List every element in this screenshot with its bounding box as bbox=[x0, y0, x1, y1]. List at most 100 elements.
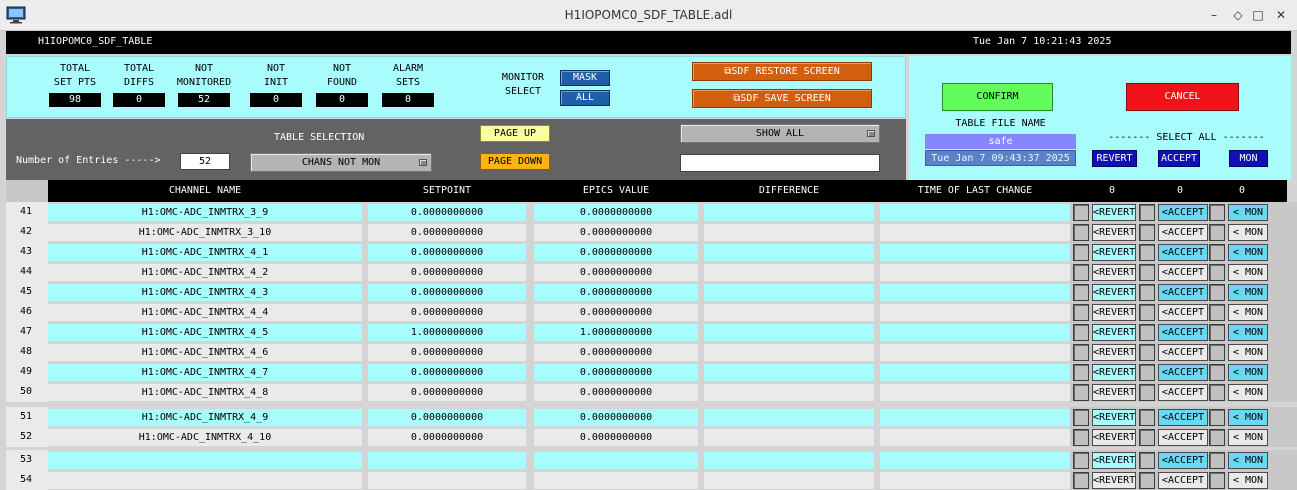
page-up-button[interactable]: PAGE UP bbox=[480, 125, 550, 142]
mon-checkbox[interactable] bbox=[1209, 344, 1225, 361]
revert-button[interactable]: <REVERT bbox=[1092, 264, 1136, 281]
window-titlebar[interactable]: H1IOPOMC0_SDF_TABLE.adl – ◇ □ ✕ bbox=[0, 0, 1297, 31]
accept-button[interactable]: <ACCEPT bbox=[1158, 472, 1208, 489]
accept-button[interactable]: <ACCEPT bbox=[1158, 429, 1208, 446]
cancel-button[interactable]: CANCEL bbox=[1126, 83, 1239, 111]
revert-button[interactable]: <REVERT bbox=[1092, 224, 1136, 241]
show-all-dropdown[interactable]: SHOW ALL bbox=[680, 124, 880, 143]
mon-checkbox[interactable] bbox=[1209, 472, 1225, 489]
revert-checkbox[interactable] bbox=[1073, 304, 1089, 321]
sdf-save-screen-button[interactable]: ⧉SDF SAVE SCREEN bbox=[692, 89, 872, 108]
revert-checkbox[interactable] bbox=[1073, 344, 1089, 361]
accept-button[interactable]: <ACCEPT bbox=[1158, 344, 1208, 361]
mon-checkbox[interactable] bbox=[1209, 452, 1225, 469]
revert-button[interactable]: <REVERT bbox=[1092, 304, 1136, 321]
mon-checkbox[interactable] bbox=[1209, 284, 1225, 301]
accept-checkbox[interactable] bbox=[1139, 264, 1155, 281]
mon-checkbox[interactable] bbox=[1209, 224, 1225, 241]
accept-checkbox[interactable] bbox=[1139, 452, 1155, 469]
mon-button[interactable]: < MON bbox=[1228, 344, 1268, 361]
revert-button[interactable]: <REVERT bbox=[1092, 384, 1136, 401]
mon-button[interactable]: < MON bbox=[1228, 204, 1268, 221]
mon-button[interactable]: < MON bbox=[1228, 264, 1268, 281]
mon-checkbox[interactable] bbox=[1209, 364, 1225, 381]
accept-checkbox[interactable] bbox=[1139, 409, 1155, 426]
revert-checkbox[interactable] bbox=[1073, 472, 1089, 489]
accept-button[interactable]: <ACCEPT bbox=[1158, 452, 1208, 469]
accept-checkbox[interactable] bbox=[1139, 472, 1155, 489]
revert-button[interactable]: <REVERT bbox=[1092, 344, 1136, 361]
revert-checkbox[interactable] bbox=[1073, 409, 1089, 426]
accept-checkbox[interactable] bbox=[1139, 384, 1155, 401]
accept-checkbox[interactable] bbox=[1139, 429, 1155, 446]
sdf-restore-screen-button[interactable]: ⧉SDF RESTORE SCREEN bbox=[692, 62, 872, 81]
accept-checkbox[interactable] bbox=[1139, 244, 1155, 261]
revert-button[interactable]: <REVERT bbox=[1092, 244, 1136, 261]
mon-checkbox[interactable] bbox=[1209, 409, 1225, 426]
revert-checkbox[interactable] bbox=[1073, 284, 1089, 301]
revert-checkbox[interactable] bbox=[1073, 384, 1089, 401]
accept-button[interactable]: <ACCEPT bbox=[1158, 304, 1208, 321]
revert-checkbox[interactable] bbox=[1073, 429, 1089, 446]
accept-button[interactable]: <ACCEPT bbox=[1158, 364, 1208, 381]
mon-checkbox[interactable] bbox=[1209, 204, 1225, 221]
maximize-button[interactable]: □ bbox=[1250, 7, 1266, 23]
mon-checkbox[interactable] bbox=[1209, 244, 1225, 261]
filter-input[interactable] bbox=[680, 154, 880, 172]
mon-button[interactable]: < MON bbox=[1228, 409, 1268, 426]
revert-checkbox[interactable] bbox=[1073, 204, 1089, 221]
mon-button[interactable]: < MON bbox=[1228, 244, 1268, 261]
revert-checkbox[interactable] bbox=[1073, 244, 1089, 261]
mon-checkbox[interactable] bbox=[1209, 304, 1225, 321]
revert-checkbox[interactable] bbox=[1073, 264, 1089, 281]
revert-button[interactable]: <REVERT bbox=[1092, 324, 1136, 341]
revert-button[interactable]: <REVERT bbox=[1092, 409, 1136, 426]
accept-checkbox[interactable] bbox=[1139, 304, 1155, 321]
revert-button[interactable]: <REVERT bbox=[1092, 204, 1136, 221]
accept-button[interactable]: <ACCEPT bbox=[1158, 204, 1208, 221]
mon-button[interactable]: < MON bbox=[1228, 364, 1268, 381]
table-selection-dropdown[interactable]: CHANS NOT MON bbox=[250, 153, 432, 172]
mon-button[interactable]: < MON bbox=[1228, 384, 1268, 401]
revert-button[interactable]: <REVERT bbox=[1092, 364, 1136, 381]
accept-button[interactable]: <ACCEPT bbox=[1158, 324, 1208, 341]
revert-checkbox[interactable] bbox=[1073, 324, 1089, 341]
mask-button[interactable]: MASK bbox=[560, 70, 610, 86]
mon-checkbox[interactable] bbox=[1209, 324, 1225, 341]
accept-checkbox[interactable] bbox=[1139, 364, 1155, 381]
restore-button[interactable]: ◇ bbox=[1230, 7, 1246, 23]
revert-checkbox[interactable] bbox=[1073, 364, 1089, 381]
revert-all-button[interactable]: REVERT bbox=[1092, 150, 1137, 167]
accept-button[interactable]: <ACCEPT bbox=[1158, 284, 1208, 301]
revert-checkbox[interactable] bbox=[1073, 452, 1089, 469]
accept-all-button[interactable]: ACCEPT bbox=[1158, 150, 1200, 167]
accept-button[interactable]: <ACCEPT bbox=[1158, 244, 1208, 261]
mon-button[interactable]: < MON bbox=[1228, 304, 1268, 321]
accept-checkbox[interactable] bbox=[1139, 204, 1155, 221]
accept-checkbox[interactable] bbox=[1139, 284, 1155, 301]
mon-all-button[interactable]: MON bbox=[1229, 150, 1268, 167]
accept-checkbox[interactable] bbox=[1139, 344, 1155, 361]
mon-button[interactable]: < MON bbox=[1228, 452, 1268, 469]
confirm-button[interactable]: CONFIRM bbox=[942, 83, 1053, 111]
mon-button[interactable]: < MON bbox=[1228, 324, 1268, 341]
accept-button[interactable]: <ACCEPT bbox=[1158, 409, 1208, 426]
mon-checkbox[interactable] bbox=[1209, 429, 1225, 446]
revert-checkbox[interactable] bbox=[1073, 224, 1089, 241]
mon-button[interactable]: < MON bbox=[1228, 284, 1268, 301]
mon-button[interactable]: < MON bbox=[1228, 429, 1268, 446]
accept-checkbox[interactable] bbox=[1139, 224, 1155, 241]
revert-button[interactable]: <REVERT bbox=[1092, 429, 1136, 446]
accept-button[interactable]: <ACCEPT bbox=[1158, 264, 1208, 281]
mon-checkbox[interactable] bbox=[1209, 264, 1225, 281]
close-button[interactable]: ✕ bbox=[1273, 7, 1289, 23]
revert-button[interactable]: <REVERT bbox=[1092, 284, 1136, 301]
all-button[interactable]: ALL bbox=[560, 90, 610, 106]
mon-checkbox[interactable] bbox=[1209, 384, 1225, 401]
revert-button[interactable]: <REVERT bbox=[1092, 472, 1136, 489]
revert-button[interactable]: <REVERT bbox=[1092, 452, 1136, 469]
accept-button[interactable]: <ACCEPT bbox=[1158, 384, 1208, 401]
mon-button[interactable]: < MON bbox=[1228, 224, 1268, 241]
mon-button[interactable]: < MON bbox=[1228, 472, 1268, 489]
accept-button[interactable]: <ACCEPT bbox=[1158, 224, 1208, 241]
